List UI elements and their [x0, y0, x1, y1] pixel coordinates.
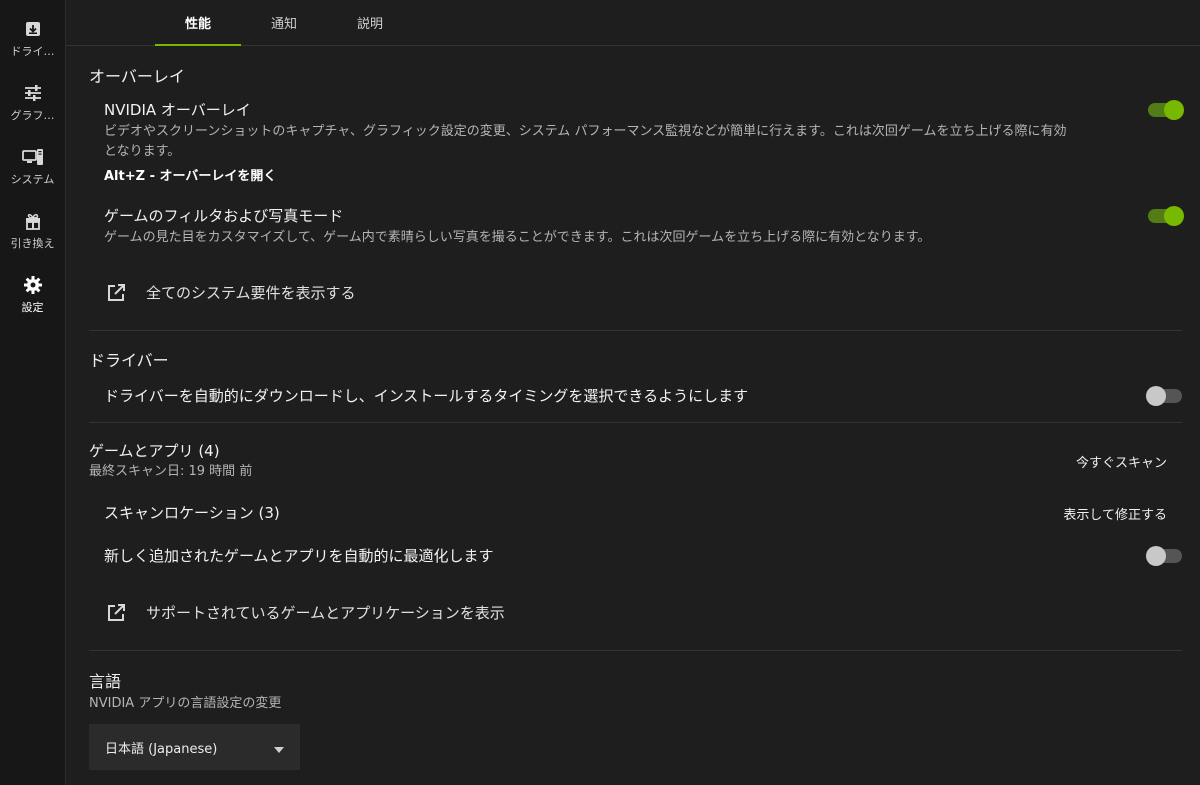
sidebar: ドライ… グラフ… システム 引き換え 設定 — [0, 0, 66, 785]
sidebar-item-system[interactable]: システム — [0, 138, 65, 202]
tab-performance[interactable]: 性能 — [155, 0, 241, 46]
setting-description-line: となります。 — [104, 144, 181, 159]
section-title-driver: ドライバー — [89, 351, 169, 370]
scan-locations-label: スキャンロケーション (3) — [104, 504, 280, 522]
divider — [89, 330, 1182, 331]
app-window: ドライ… グラフ… システム 引き換え 設定 性能 通知 説明 オーバーレイ N… — [0, 0, 1200, 785]
overlay-shortcut: Alt+Z - オーバーレイを開く — [104, 169, 277, 184]
sliders-icon — [22, 82, 44, 104]
sidebar-item-label: グラフ… — [10, 109, 55, 122]
sidebar-item-redeem[interactable]: 引き換え — [0, 202, 65, 266]
language-header: 言語 NVIDIA アプリの言語設定の変更 — [89, 668, 281, 714]
games-apps-header: ゲームとアプリ (4) 最終スキャン日: 19 時間 前 今すぐスキャン — [89, 440, 1167, 482]
section-title-games: ゲームとアプリ (4) — [89, 442, 220, 460]
setting-description: ビデオやスクリーンショットのキャプチャ、グラフィック設定の変更、システム パフォ… — [104, 122, 1114, 162]
setting-description: ゲームの見た目をカスタマイズして、ゲーム内で素晴らしい写真を撮ることができます。… — [104, 230, 931, 245]
driver-auto-download-toggle[interactable] — [1146, 386, 1182, 406]
view-and-fix-button[interactable]: 表示して修正する — [1063, 504, 1167, 523]
setting-title: NVIDIA オーバーレイ — [104, 101, 251, 119]
tab-notifications[interactable]: 通知 — [241, 0, 327, 45]
driver-download-icon — [22, 18, 44, 40]
link-label: サポートされているゲームとアプリケーションを表示 — [146, 604, 505, 622]
sidebar-item-drivers[interactable]: ドライ… — [0, 10, 65, 74]
nvidia-overlay-toggle[interactable] — [1148, 100, 1184, 120]
setting-description-line: ビデオやスクリーンショットのキャプチャ、グラフィック設定の変更、システム パフォ… — [104, 124, 1067, 139]
system-monitor-icon — [21, 146, 44, 168]
sidebar-item-label: 引き換え — [10, 237, 55, 250]
toggle-knob — [1164, 206, 1184, 226]
external-link-icon — [106, 603, 126, 623]
divider — [89, 650, 1182, 651]
last-scan-text: 最終スキャン日: 19 時間 前 — [89, 464, 253, 479]
auto-optimize-toggle[interactable] — [1146, 546, 1182, 566]
game-filter-toggle[interactable] — [1148, 206, 1184, 226]
gear-icon — [22, 274, 44, 296]
setting-title: ゲームのフィルタおよび写真モード — [104, 207, 344, 225]
language-selected-value: 日本語 (Japanese) — [105, 741, 218, 757]
setting-game-filter: ゲームのフィルタおよび写真モード ゲームの見た目をカスタマイズして、ゲーム内で素… — [104, 205, 1184, 248]
toggle-knob — [1146, 386, 1166, 406]
setting-title: ドライバーを自動的にダウンロードし、インストールするタイミングを選択できるように… — [104, 387, 749, 405]
gift-icon — [22, 210, 44, 232]
toggle-knob — [1164, 100, 1184, 120]
setting-driver-auto-download: ドライバーを自動的にダウンロードし、インストールするタイミングを選択できるように… — [104, 385, 1182, 406]
sidebar-item-graphics[interactable]: グラフ… — [0, 74, 65, 138]
sidebar-item-label: システム — [10, 173, 55, 186]
scan-locations-row: スキャンロケーション (3) 表示して修正する — [104, 502, 1167, 523]
language-select[interactable]: 日本語 (Japanese) — [89, 724, 300, 770]
divider — [89, 422, 1182, 423]
system-requirements-link[interactable]: 全てのシステム要件を表示する — [106, 282, 356, 303]
scan-now-button[interactable]: 今すぐスキャン — [1076, 452, 1167, 471]
section-title-language: 言語 — [89, 672, 122, 691]
setting-auto-optimize: 新しく追加されたゲームとアプリを自動的に最適化します — [104, 545, 1182, 566]
section-title-overlay: オーバーレイ — [89, 67, 185, 86]
sidebar-item-settings[interactable]: 設定 — [0, 266, 65, 330]
link-label: 全てのシステム要件を表示する — [146, 284, 356, 302]
language-description: NVIDIA アプリの言語設定の変更 — [89, 696, 282, 711]
tab-bar: 性能 通知 説明 — [66, 0, 1200, 46]
sidebar-item-label: ドライ… — [10, 45, 55, 58]
setting-nvidia-overlay: NVIDIA オーバーレイ ビデオやスクリーンショットのキャプチャ、グラフィック… — [104, 99, 1184, 184]
external-link-icon — [106, 283, 126, 303]
chevron-down-icon — [274, 738, 284, 757]
tab-about[interactable]: 説明 — [327, 0, 413, 45]
settings-main: 性能 通知 説明 オーバーレイ NVIDIA オーバーレイ ビデオやスクリーンシ… — [66, 0, 1200, 785]
supported-games-link[interactable]: サポートされているゲームとアプリケーションを表示 — [106, 602, 505, 623]
setting-title: 新しく追加されたゲームとアプリを自動的に最適化します — [104, 547, 494, 565]
sidebar-item-label: 設定 — [21, 301, 44, 314]
toggle-knob — [1146, 546, 1166, 566]
